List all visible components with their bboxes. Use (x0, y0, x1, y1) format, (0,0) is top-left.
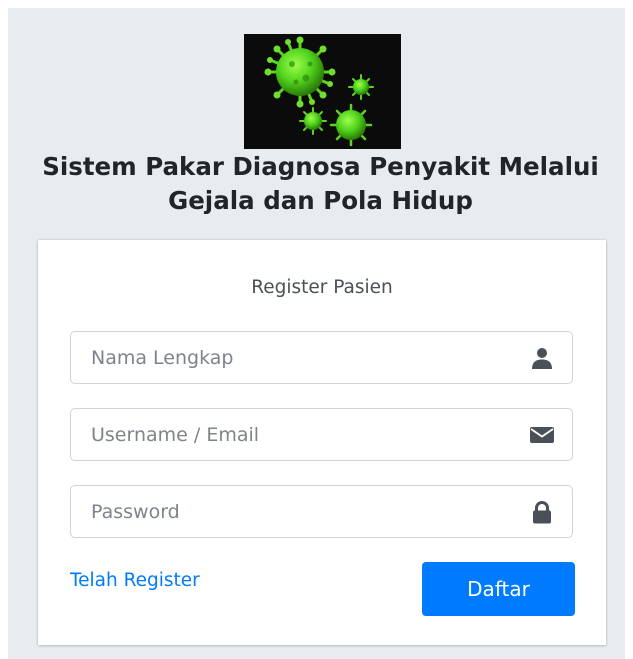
already-registered-link[interactable]: Telah Register (70, 568, 200, 594)
user-icon (532, 348, 552, 369)
envelope-icon (530, 427, 554, 443)
virus-logo (244, 34, 401, 149)
password-input[interactable] (71, 486, 511, 537)
password-field (70, 485, 573, 538)
register-button[interactable]: Daftar (422, 562, 575, 616)
lock-icon (533, 501, 551, 524)
full-name-field (70, 331, 573, 384)
full-name-input[interactable] (71, 332, 511, 383)
username-email-input[interactable] (71, 409, 511, 460)
register-card: Register Pasien Telah Register Daftar (38, 240, 606, 645)
virus-icon (264, 36, 374, 147)
username-email-field (70, 408, 573, 461)
page-title: Sistem Pakar Diagnosa Penyakit Melalui G… (42, 152, 599, 215)
form-heading: Register Pasien (251, 277, 393, 298)
